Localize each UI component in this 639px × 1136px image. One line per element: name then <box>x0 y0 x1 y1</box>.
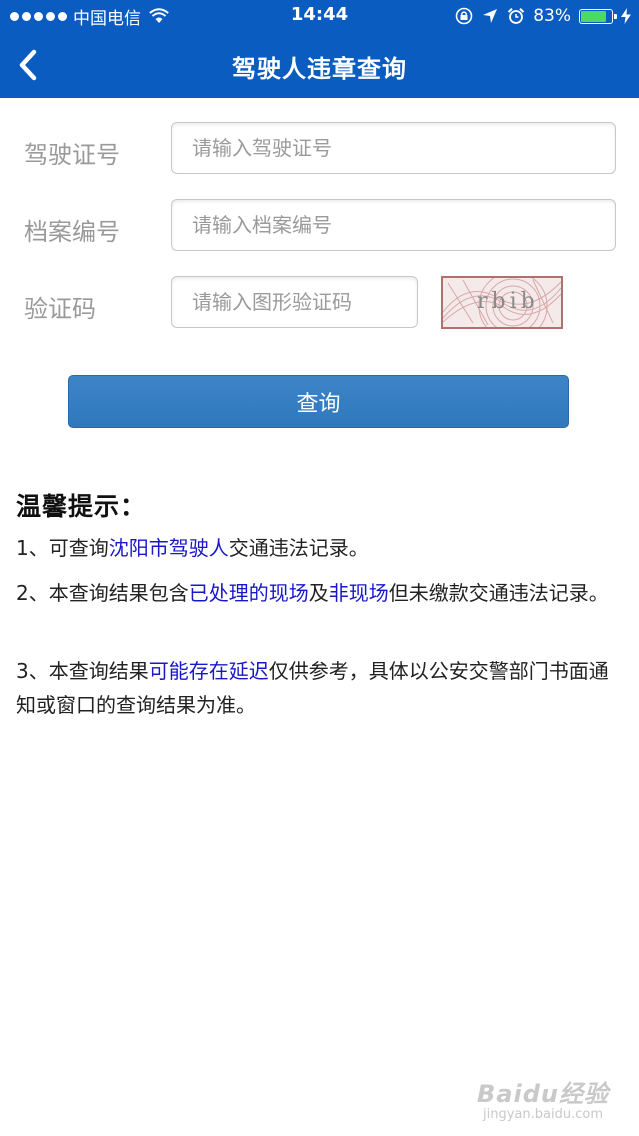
license-label: 驾驶证号 <box>24 141 120 169</box>
query-button[interactable]: 查询 <box>68 375 569 428</box>
captcha-image[interactable]: rbib <box>441 271 563 341</box>
tip-item-1: 1、可查询沈阳市驾驶人交通违法记录。 <box>16 531 622 565</box>
tips-title: 温馨提示： <box>16 492 147 521</box>
watermark-sub: jingyan.baidu.com <box>483 1107 603 1122</box>
file-number-input[interactable] <box>171 199 616 251</box>
page-title: 驾驶人违章查询 <box>232 55 407 83</box>
captcha-pattern: rbib <box>442 271 562 341</box>
nav-bar: 驾驶人违章查询 <box>0 32 639 98</box>
battery-percent: 83% <box>533 6 571 26</box>
tip-1-highlight: 沈阳市驾驶人 <box>108 536 229 560</box>
battery-icon <box>579 8 617 24</box>
captcha-text: rbib <box>477 289 539 314</box>
tip-2-text-e: 但未缴款交通违法记录。 <box>388 581 609 605</box>
charging-bolt-icon <box>621 8 631 24</box>
rotation-lock-icon <box>455 7 473 25</box>
tip-1-text-c: 交通违法记录。 <box>228 536 369 560</box>
watermark-main: Baidu经验 <box>477 1080 609 1108</box>
tip-item-2: 2、本查询结果包含已处理的现场及非现场但未缴款交通违法记录。 <box>16 576 622 610</box>
status-right: 83% <box>455 4 631 28</box>
status-bar: 中国电信 14:44 83% <box>0 0 639 32</box>
license-number-input[interactable] <box>171 122 616 174</box>
app-header: 中国电信 14:44 83% 驾驶人违章查询 <box>0 0 639 98</box>
tip-3-highlight: 可能存在延迟 <box>148 659 269 683</box>
baidu-watermark: Baidu经验 jingyan.baidu.com <box>477 1074 609 1122</box>
captcha-label: 验证码 <box>24 295 96 323</box>
captcha-input[interactable] <box>171 276 418 328</box>
tip-2-text-a: 2、本查询结果包含 <box>16 581 189 605</box>
tip-2-highlight-1: 已处理的现场 <box>188 581 309 605</box>
tip-2-text-c: 及 <box>308 581 329 605</box>
file-number-label: 档案编号 <box>24 218 120 246</box>
alarm-icon <box>508 8 525 24</box>
tip-item-3: 3、本查询结果可能存在延迟仅供参考，具体以公安交警部门书面通知或窗口的查询结果为… <box>16 654 622 722</box>
location-arrow-icon <box>483 9 498 23</box>
tip-2-highlight-2: 非现场 <box>328 581 389 605</box>
tip-1-text-a: 1、可查询 <box>16 536 109 560</box>
tip-3-text-a: 3、本查询结果 <box>16 659 149 683</box>
battery-fill <box>581 10 606 22</box>
